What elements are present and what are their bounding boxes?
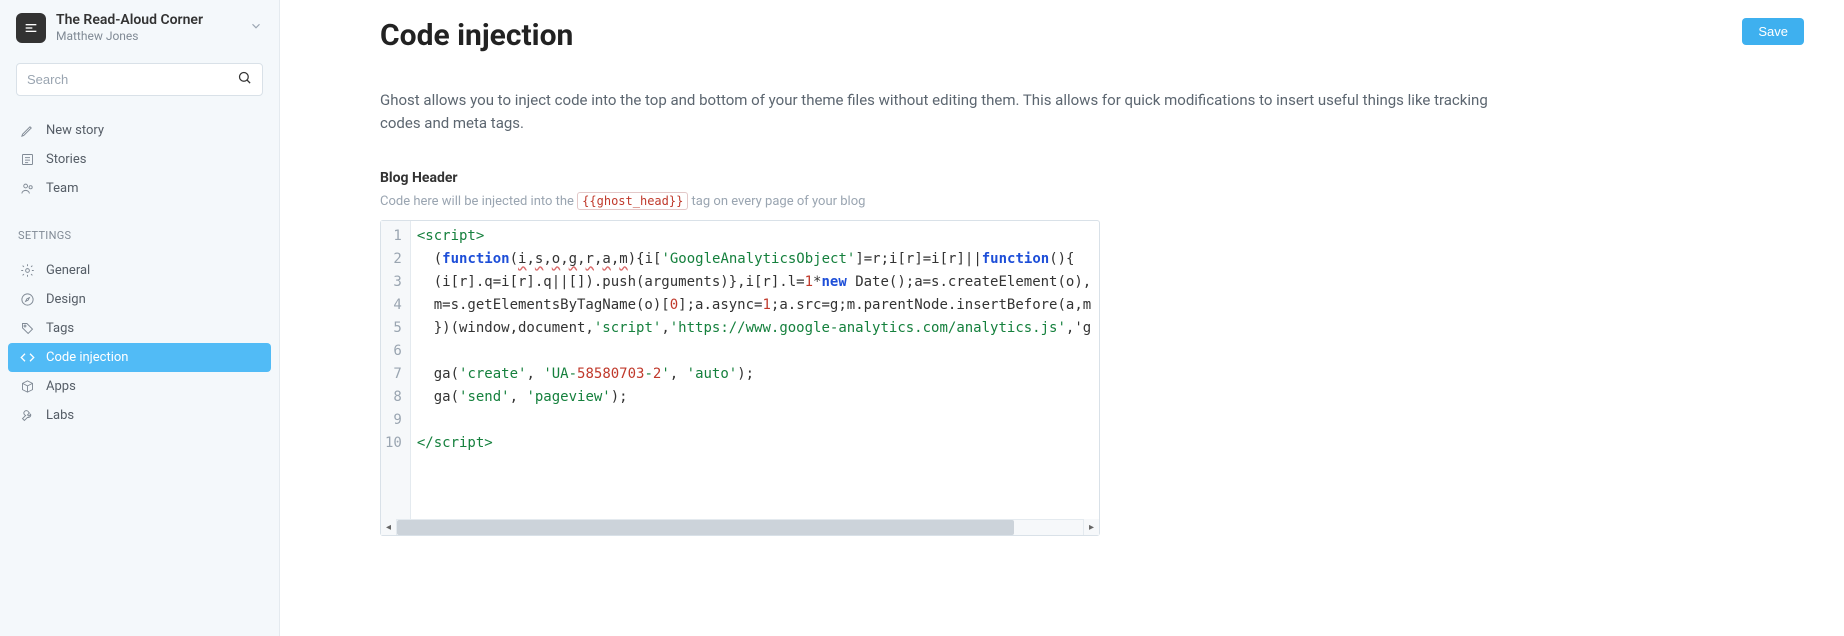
settings-label: SETTINGS (0, 211, 279, 248)
blog-titles: The Read-Aloud Corner Matthew Jones (56, 12, 249, 43)
blog-switcher[interactable]: The Read-Aloud Corner Matthew Jones (0, 0, 279, 55)
scroll-thumb[interactable] (397, 520, 1014, 535)
scroll-left-icon[interactable]: ◂ (381, 519, 397, 535)
sidebar: The Read-Aloud Corner Matthew Jones New … (0, 0, 280, 636)
nav-item-code-injection[interactable]: Code injection (8, 343, 271, 372)
code-lines[interactable]: <script> (function(i,s,o,g,r,a,m){i['Goo… (411, 221, 1099, 519)
nav-label: Code injection (46, 350, 128, 365)
blog-header-help: Code here will be injected into the {{gh… (380, 192, 1804, 210)
save-button[interactable]: Save (1742, 18, 1804, 45)
nav-item-apps[interactable]: Apps (0, 372, 279, 401)
blog-title: The Read-Aloud Corner (56, 12, 249, 28)
help-prefix: Code here will be injected into the (380, 194, 577, 209)
box-icon (18, 379, 36, 394)
team-icon (18, 181, 36, 196)
page-title: Code injection (380, 18, 573, 53)
horizontal-scrollbar[interactable]: ◂ ▸ (381, 519, 1099, 535)
nav-item-tags[interactable]: Tags (0, 314, 279, 343)
nav-label: General (46, 263, 90, 278)
nav-item-new-story[interactable]: New story (0, 116, 279, 145)
nav-item-labs[interactable]: Labs (0, 401, 279, 430)
gear-icon (18, 263, 36, 278)
pencil-icon (18, 123, 36, 138)
search-input[interactable] (27, 72, 237, 87)
nav-label: Tags (46, 321, 74, 336)
nav-label: Stories (46, 152, 86, 167)
nav-label: Design (46, 292, 86, 307)
nav-content: New story Stories Team (0, 108, 279, 211)
page-description: Ghost allows you to inject code into the… (380, 89, 1520, 136)
chevron-down-icon (249, 18, 263, 37)
compass-icon (18, 292, 36, 307)
nav-item-stories[interactable]: Stories (0, 145, 279, 174)
code-icon (18, 350, 36, 365)
nav-settings: General Design Tags Code injection Apps (0, 248, 279, 438)
nav-label: Labs (46, 408, 74, 423)
nav-item-design[interactable]: Design (0, 285, 279, 314)
nav-label: New story (46, 123, 104, 138)
nav-item-general[interactable]: General (0, 256, 279, 285)
blog-header-title: Blog Header (380, 170, 1804, 186)
scroll-right-icon[interactable]: ▸ (1083, 519, 1099, 535)
nav-label: Apps (46, 379, 76, 394)
nav-item-team[interactable]: Team (0, 174, 279, 203)
tag-icon (18, 321, 36, 336)
blog-author: Matthew Jones (56, 29, 249, 43)
main-content: Code injection Save Ghost allows you to … (280, 0, 1844, 636)
list-icon (18, 152, 36, 167)
nav-label: Team (46, 181, 79, 196)
scroll-track[interactable] (397, 520, 1083, 535)
ghost-head-tag: {{ghost_head}} (577, 192, 688, 210)
wrench-icon (18, 408, 36, 423)
help-suffix: tag on every page of your blog (688, 194, 865, 209)
code-gutter: 12345678910 (381, 221, 411, 519)
blog-logo-icon (16, 13, 46, 43)
search-box[interactable] (16, 63, 263, 96)
code-editor[interactable]: 12345678910 <script> (function(i,s,o,g,r… (380, 220, 1100, 536)
search-icon (237, 70, 252, 89)
